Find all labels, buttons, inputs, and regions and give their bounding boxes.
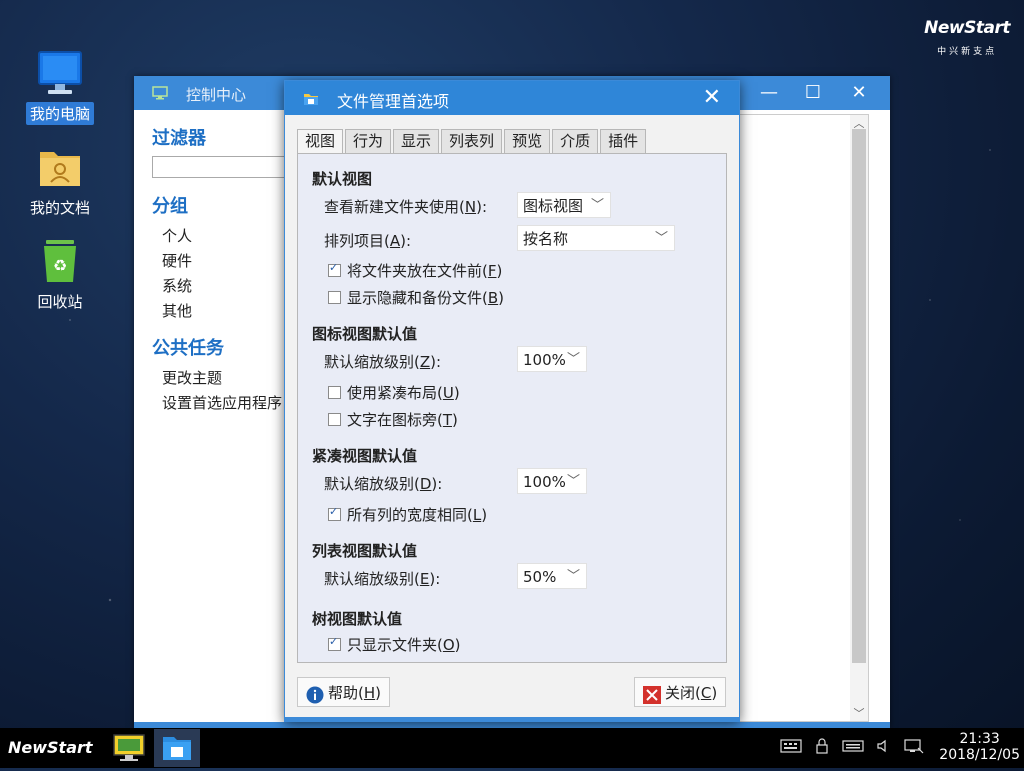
folders-only-checkbox[interactable]: 只显示文件夹(O)	[328, 634, 461, 655]
minimize-button[interactable]: —	[756, 80, 782, 106]
checkbox-checked-icon[interactable]	[328, 635, 341, 651]
close-button[interactable]: ✕	[846, 80, 872, 106]
task-preferred-apps[interactable]: 设置首选应用程序	[152, 391, 292, 416]
tab-list-columns[interactable]: 列表列	[441, 129, 503, 153]
checkbox-unchecked-icon[interactable]	[328, 413, 341, 426]
lock-icon[interactable]	[815, 738, 829, 758]
brand-logo: NewStart 中兴新支点	[924, 18, 1010, 57]
recycle-bin-icon: ♻	[36, 238, 84, 286]
desktop-icon-my-documents[interactable]: 我的文档	[20, 144, 100, 219]
compact-zoom-select[interactable]: 100% ﹀	[517, 468, 587, 494]
checkbox-unchecked-icon[interactable]	[328, 291, 341, 304]
group-item-hardware[interactable]: 硬件	[152, 249, 292, 274]
compact-view-heading: 紧凑视图默认值	[312, 447, 418, 465]
folders-first-checkbox[interactable]: 将文件夹放在文件前(F)	[328, 260, 502, 281]
start-menu-button[interactable]: NewStart	[8, 738, 93, 757]
scrollbar-thumb[interactable]	[852, 129, 866, 663]
list-view-heading: 列表视图默认值	[312, 542, 418, 560]
svg-text:♻: ♻	[53, 256, 67, 275]
volume-icon[interactable]	[876, 738, 890, 758]
preferences-tabs: 视图 行为 显示 列表列 预览 介质 插件	[297, 129, 648, 154]
desktop-icon-label: 我的文档	[29, 199, 90, 217]
control-center-sidebar: 过滤器 分组 个人 硬件 系统 其他 公共任务 更改主题 设置首选应用程序	[152, 124, 292, 416]
checkbox-unchecked-icon[interactable]	[328, 386, 341, 399]
icon-view-heading: 图标视图默认值	[312, 325, 418, 343]
taskbar: NewStart 21:33 2018/12/05	[0, 728, 1024, 768]
new-folder-view-label: 查看新建文件夹使用(N):	[324, 198, 487, 216]
new-folder-view-select[interactable]: 图标视图 ﹀	[517, 192, 611, 218]
clock[interactable]: 21:33 2018/12/05	[939, 731, 1020, 763]
view-settings-panel: 默认视图 查看新建文件夹使用(N): 图标视图﹀ 排列项目(A): 按名称﹀ 将…	[297, 153, 727, 663]
display-icon[interactable]	[904, 738, 924, 758]
tab-plugins[interactable]: 插件	[600, 129, 647, 153]
clock-date: 2018/12/05	[939, 747, 1020, 763]
network-icon[interactable]	[780, 738, 802, 758]
file-manager-icon	[303, 91, 319, 105]
close-dialog-button[interactable]: 关闭(C)	[634, 677, 727, 707]
keyboard-icon[interactable]	[842, 738, 864, 758]
tab-display[interactable]: 显示	[393, 129, 440, 153]
brand-subtitle: 中兴新支点	[937, 47, 998, 57]
brand-logo-text: NewStart	[924, 18, 1010, 38]
desktop-icon-my-computer[interactable]: 我的电脑	[20, 50, 100, 125]
vertical-scrollbar[interactable]: ︿ ﹀	[850, 115, 868, 721]
close-icon	[643, 684, 661, 704]
tab-media[interactable]: 介质	[552, 129, 599, 153]
tab-behavior[interactable]: 行为	[345, 129, 392, 153]
show-hidden-checkbox[interactable]: 显示隐藏和备份文件(B)	[328, 287, 504, 308]
clock-time: 21:33	[959, 731, 1000, 747]
scroll-down-icon[interactable]: ﹀	[850, 705, 868, 721]
group-item-other[interactable]: 其他	[152, 299, 292, 324]
checkbox-checked-icon[interactable]	[328, 505, 341, 521]
same-width-columns-checkbox[interactable]: 所有列的宽度相同(L)	[328, 504, 487, 525]
taskbar-control-center-app[interactable]	[106, 729, 152, 767]
icon-zoom-label: 默认缩放级别(Z):	[324, 353, 442, 371]
dialog-titlebar[interactable]: 文件管理首选项 ✕	[285, 81, 739, 115]
dialog-close-button[interactable]: ✕	[703, 83, 721, 113]
help-button[interactable]: 帮助(H)	[297, 677, 390, 707]
tree-view-heading: 树视图默认值	[312, 610, 403, 628]
tab-view[interactable]: 视图	[297, 129, 344, 154]
control-center-item-area: ︿ ﹀	[739, 114, 869, 722]
file-manager-app-icon	[163, 737, 191, 760]
dialog-title: 文件管理首选项	[337, 92, 450, 111]
text-beside-icons-checkbox[interactable]: 文字在图标旁(T)	[328, 409, 458, 430]
computer-icon	[36, 50, 84, 98]
group-item-personal[interactable]: 个人	[152, 224, 292, 249]
groups-title: 分组	[152, 196, 188, 217]
filter-title: 过滤器	[152, 128, 206, 149]
dialog-bottom-border	[285, 717, 739, 721]
desktop-icon-label: 回收站	[37, 293, 83, 311]
chevron-down-icon: ﹀	[566, 569, 580, 584]
chevron-down-icon: ﹀	[654, 231, 668, 246]
arrange-items-select[interactable]: 按名称 ﹀	[517, 225, 675, 251]
icon-zoom-select[interactable]: 100% ﹀	[517, 346, 587, 372]
taskbar-file-manager-app[interactable]	[154, 729, 200, 767]
control-center-app-icon	[113, 734, 145, 761]
list-zoom-select[interactable]: 50% ﹀	[517, 563, 587, 589]
chevron-down-icon: ﹀	[566, 474, 580, 489]
chevron-down-icon: ﹀	[590, 198, 604, 213]
list-zoom-label: 默认缩放级别(E):	[324, 570, 441, 588]
desktop-icon-label: 我的电脑	[25, 102, 94, 125]
task-change-theme[interactable]: 更改主题	[152, 366, 292, 391]
chevron-down-icon: ﹀	[566, 352, 580, 367]
tab-preview[interactable]: 预览	[504, 129, 551, 153]
control-center-title: 控制中心	[186, 86, 247, 104]
compact-layout-checkbox[interactable]: 使用紧凑布局(U)	[328, 382, 460, 403]
filter-input[interactable]	[152, 156, 292, 178]
desktop-icon-recycle-bin[interactable]: ♻ 回收站	[20, 238, 100, 313]
tasks-title: 公共任务	[152, 338, 224, 359]
info-icon	[306, 684, 324, 704]
documents-folder-icon	[36, 144, 84, 192]
arrange-items-label: 排列项目(A):	[324, 232, 412, 250]
file-manager-preferences-dialog: 文件管理首选项 ✕ 视图 行为 显示 列表列 预览 介质 插件 默认视图 查看新…	[284, 80, 740, 722]
default-view-heading: 默认视图	[312, 170, 373, 188]
monitor-icon	[152, 85, 168, 100]
compact-zoom-label: 默认缩放级别(D):	[324, 475, 443, 493]
group-item-system[interactable]: 系统	[152, 274, 292, 299]
checkbox-checked-icon[interactable]	[328, 261, 341, 277]
maximize-button[interactable]: ☐	[800, 80, 826, 106]
